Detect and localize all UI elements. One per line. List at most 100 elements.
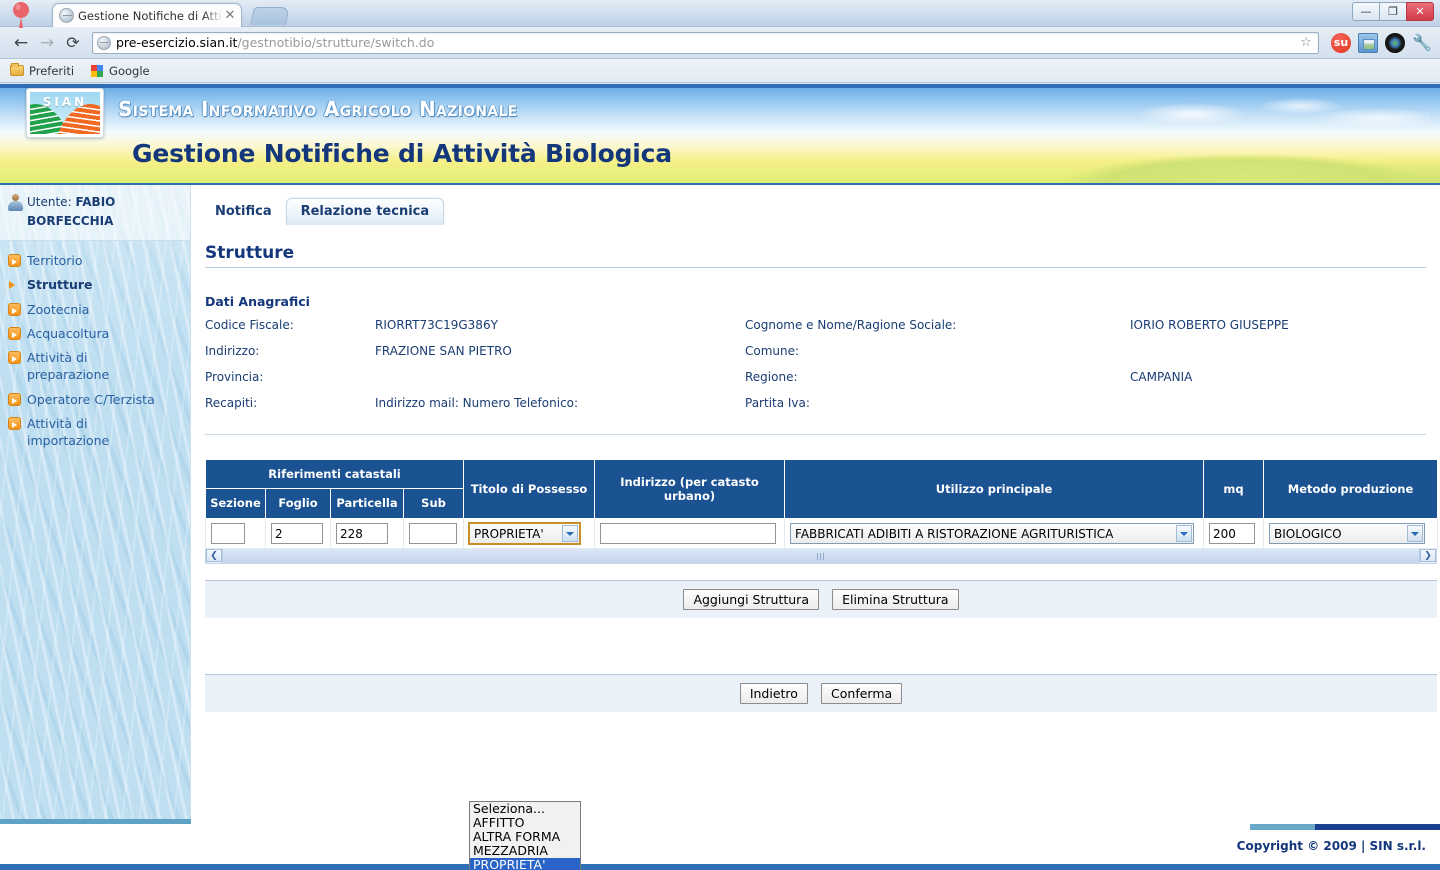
elimina-struttura-button[interactable]: Elimina Struttura <box>832 589 959 611</box>
restore-button[interactable]: ❐ <box>1379 2 1407 21</box>
new-tab-button[interactable] <box>250 7 290 25</box>
col-metodo-produzione: Metodo produzione <box>1263 459 1439 519</box>
section-divider <box>205 267 1426 268</box>
struttura-buttons-bar: Aggiungi Struttura Elimina Struttura <box>205 580 1437 619</box>
col-utilizzo-principale: Utilizzo principale <box>784 459 1205 519</box>
cell-utilizzo: FABBRICATI ADIBITI A RISTORAZIONE AGRITU… <box>784 518 1205 550</box>
indietro-button[interactable]: Indietro <box>739 683 808 705</box>
field-value <box>375 370 745 384</box>
scrollbar-thumb[interactable] <box>222 549 1420 564</box>
mq-input[interactable] <box>1209 523 1256 545</box>
section-title: Strutture <box>205 243 295 263</box>
sidebar: Utente: FABIO BORFECCHIA Territorio Stru… <box>0 185 191 825</box>
tab-close-icon[interactable]: ✕ <box>223 9 237 22</box>
dropdown-option[interactable]: Seleziona... <box>470 802 580 816</box>
chrome-balloon-icon <box>13 2 29 28</box>
main-content: Notifica Relazione tecnica Strutture Dat… <box>191 185 1440 713</box>
screenshot-extension-icon[interactable] <box>1358 32 1378 53</box>
tab-title: Gestione Notifiche di Attività E <box>78 8 223 23</box>
col-sub: Sub <box>402 488 465 519</box>
tab-notifica[interactable]: Notifica <box>209 200 278 225</box>
bookmarks-bar: Preferiti Google <box>0 59 1440 83</box>
bookmark-label: Preferiti <box>29 63 75 78</box>
utilizzo-select[interactable]: FABBRICATI ADIBITI A RISTORAZIONE AGRITU… <box>790 523 1195 544</box>
bookmark-google[interactable]: Google <box>90 64 150 78</box>
chevron-down-icon <box>1407 525 1424 542</box>
minimize-button[interactable]: — <box>1352 2 1380 21</box>
footer-strip-white <box>0 824 1250 830</box>
back-icon[interactable]: ← <box>8 30 34 56</box>
particella-input[interactable] <box>336 523 388 545</box>
dropdown-option[interactable]: AFFITTO <box>470 816 580 830</box>
sidebar-item-attivita-importazione[interactable]: Attività di importazione <box>8 413 190 452</box>
sezione-input[interactable] <box>211 523 245 545</box>
page-body: Utente: FABIO BORFECCHIA Territorio Stru… <box>0 185 1440 870</box>
tab-relazione-tecnica[interactable]: Relazione tecnica <box>285 198 445 225</box>
bookmark-preferiti[interactable]: Preferiti <box>10 63 75 78</box>
sidebar-item-acquacoltura[interactable]: Acquacoltura <box>8 323 190 344</box>
aggiungi-struttura-button[interactable]: Aggiungi Struttura <box>683 589 819 611</box>
field-value: CAMPANIA <box>1130 370 1193 384</box>
metodo-produzione-value: BIOLOGICO <box>1274 526 1342 541</box>
footer-color-strip <box>0 824 1440 830</box>
field-value: RIORRT73C19G386Y <box>375 318 498 332</box>
reload-icon[interactable]: ⟳ <box>60 30 86 56</box>
chrome-menu-wrench-icon[interactable]: 🔧 <box>1412 33 1432 53</box>
col-foglio: Foglio <box>265 488 331 519</box>
cell-titolo-possesso: PROPRIETA' <box>463 518 596 550</box>
bookmark-star-icon[interactable]: ☆ <box>1298 35 1314 50</box>
utilizzo-value: FABBRICATI ADIBITI A RISTORAZIONE AGRITU… <box>795 526 1114 541</box>
titolo-possesso-select[interactable]: PROPRIETA' <box>468 522 582 545</box>
sidebar-item-strutture[interactable]: Strutture <box>8 274 190 295</box>
foglio-input[interactable] <box>271 523 323 545</box>
sidebar-item-attivita-preparazione[interactable]: Attività di preparazione <box>8 347 190 386</box>
arrow-bullet-icon <box>8 416 21 430</box>
arrow-bullet-icon <box>8 302 21 316</box>
sian-logo[interactable]: SIAN <box>26 88 104 138</box>
camera-extension-icon[interactable] <box>1385 32 1405 53</box>
col-titolo-possesso: Titolo di Possesso <box>463 459 596 519</box>
arrow-bullet-icon <box>8 351 21 365</box>
sian-logo-art: SIAN <box>30 92 100 134</box>
field-label: Indirizzo: <box>205 344 260 358</box>
dropdown-option[interactable]: ALTRA FORMA <box>470 830 580 844</box>
field-label: Comune: <box>745 344 800 358</box>
indirizzo-input[interactable] <box>600 523 777 545</box>
dropdown-option-selected[interactable]: PROPRIETA' <box>470 858 580 870</box>
stumbleupon-icon[interactable]: su <box>1331 32 1351 53</box>
browser-toolbar: ← → ⟳ pre-esercizio.sian.it/gestnotibio/… <box>0 27 1440 59</box>
window-controls: — ❐ ✕ <box>1352 2 1434 21</box>
browser-tab[interactable]: Gestione Notifiche di Attività E ✕ <box>52 3 242 27</box>
sidebar-item-label: Acquacoltura <box>27 325 110 341</box>
content-divider <box>205 434 1426 435</box>
conferma-button[interactable]: Conferma <box>821 683 903 705</box>
field-value <box>1130 344 1440 358</box>
field-label: Partita Iva: <box>745 396 810 410</box>
user-text: Utente: FABIO BORFECCHIA <box>27 193 180 230</box>
table-horizontal-scrollbar[interactable]: ❮ ❯ <box>205 549 1437 565</box>
bookmark-label: Google <box>109 63 150 78</box>
forward-icon[interactable]: → <box>34 30 60 56</box>
cell-particella <box>330 518 404 550</box>
header-top-strip <box>0 84 1440 88</box>
cell-mq <box>1203 518 1265 550</box>
google-icon <box>91 64 104 77</box>
col-particella: Particella <box>330 488 404 519</box>
sub-input[interactable] <box>409 523 457 545</box>
url-text: pre-esercizio.sian.it/gestnotibio/strutt… <box>116 35 434 50</box>
sidebar-item-zootecnia[interactable]: Zootecnia <box>8 299 190 320</box>
scroll-right-button[interactable]: ❯ <box>1420 549 1436 563</box>
dropdown-option[interactable]: MEZZADRIA <box>470 844 580 858</box>
metodo-produzione-select[interactable]: BIOLOGICO <box>1269 523 1426 544</box>
address-bar[interactable]: pre-esercizio.sian.it/gestnotibio/strutt… <box>92 31 1319 54</box>
sidebar-item-territorio[interactable]: Territorio <box>8 250 190 271</box>
footer-strip-lightblue <box>1250 824 1315 830</box>
browser-window: Gestione Notifiche di Attività E ✕ — ❐ ✕… <box>0 0 1440 870</box>
sidebar-nav: Territorio Strutture Zootecnia Acquacolt… <box>0 241 190 451</box>
scroll-left-button[interactable]: ❮ <box>206 549 222 563</box>
sidebar-item-operatore-terzista[interactable]: Operatore C/Terzista <box>8 389 190 410</box>
content-tabs: Notifica Relazione tecnica <box>191 185 1440 225</box>
titolo-possesso-dropdown-list[interactable]: Seleziona... AFFITTO ALTRA FORMA MEZZADR… <box>469 801 581 870</box>
close-button[interactable]: ✕ <box>1406 2 1434 21</box>
sidebar-item-label: Attività di importazione <box>27 415 110 449</box>
